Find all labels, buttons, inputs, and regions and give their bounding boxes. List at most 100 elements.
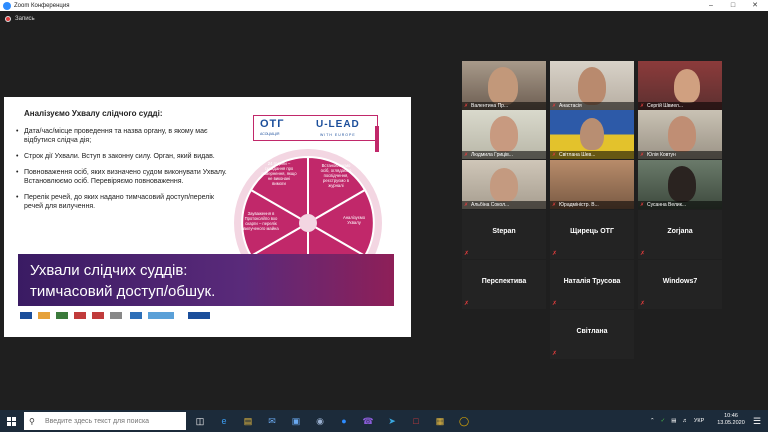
folder-icon[interactable]: ▦: [432, 413, 448, 429]
clock-time: 10:46: [724, 413, 738, 419]
participant-tile[interactable]: ✗ Альбіна Сокол...: [462, 160, 546, 209]
mic-muted-icon: ✗: [640, 301, 646, 307]
participant-tile[interactable]: ✗ Юлія Ковтун: [638, 110, 722, 159]
recording-indicator[interactable]: Запись: [5, 16, 35, 22]
mic-muted-icon: ✗: [552, 103, 557, 109]
slide-banner: Ухвали слідчих суддів: тимчасовий доступ…: [18, 254, 394, 306]
eu-flag-icon: [20, 312, 32, 319]
notifications-icon[interactable]: ☰: [750, 413, 764, 429]
partner-logo-icon: [110, 312, 122, 319]
slide-bullet: • Дата/час/місце проведення та назва орга…: [16, 128, 208, 144]
record-icon: [5, 16, 11, 22]
banner-line-1: Ухвали слідчих суддів:: [30, 262, 188, 279]
participant-tile[interactable]: ✗ Сергій Швиел...: [638, 61, 722, 110]
start-button[interactable]: [0, 410, 22, 432]
slide-bullet-list: • Дата/час/місце проведення та назва орга…: [16, 127, 231, 218]
mic-muted-icon: ✗: [640, 251, 646, 257]
edge-icon[interactable]: e: [216, 413, 232, 429]
store-icon[interactable]: ▣: [288, 413, 304, 429]
windows-logo-icon: [6, 416, 16, 426]
chrome-icon[interactable]: ◯: [456, 413, 472, 429]
mic-muted-icon: ✗: [640, 103, 645, 109]
search-icon: ⚲: [29, 416, 35, 426]
cycle-step: 24 години – складання про повернення, як…: [261, 161, 297, 186]
taskbar-clock[interactable]: 10:46 13.05.2020: [716, 413, 746, 427]
app-icon[interactable]: ◉: [312, 413, 328, 429]
participant-tile[interactable]: ✗ Анастасія: [550, 61, 634, 110]
slide-bullet: • Повноваження осіб, яких визначено судом…: [16, 169, 227, 185]
partner-logo-icon: [74, 312, 86, 319]
mic-muted-icon: ✗: [464, 251, 470, 257]
participant-name: Щирець ОТГ: [570, 228, 614, 235]
participant-tile[interactable]: Windows7 ✗: [638, 260, 722, 309]
participant-name: Анастасія: [559, 103, 582, 109]
search-input[interactable]: [45, 417, 185, 425]
participant-tile[interactable]: ✗ Валентина Пр...: [462, 61, 546, 110]
participant-tile[interactable]: ✗ Світлана Шев...: [550, 110, 634, 159]
participant-name: Stepan: [492, 228, 516, 235]
windows-taskbar: ⚲ ◫ e ▤ ✉ ▣ ◉ ● ☎ ➤ □ ▦ ◯ ⌃ ✓ ▤ ♬ УКР 10…: [0, 410, 768, 432]
security-icon[interactable]: ✓: [661, 418, 666, 424]
acrobat-icon[interactable]: □: [408, 413, 424, 429]
mic-muted-icon: ✗: [464, 202, 469, 208]
title-bar: Zoom Конференция – □ ✕: [0, 0, 768, 11]
mic-muted-icon: ✗: [552, 351, 558, 357]
maximize-icon[interactable]: □: [722, 0, 744, 11]
mic-muted-icon: ✗: [640, 202, 645, 208]
participant-tile[interactable]: Наталія Трусова ✗: [550, 260, 634, 309]
participant-tile[interactable]: Zorjana ✗: [638, 210, 722, 259]
mic-muted-icon: ✗: [552, 152, 557, 158]
window-title: Zoom Конференция: [14, 2, 70, 9]
mic-muted-icon: ✗: [552, 301, 558, 307]
minimize-icon[interactable]: –: [700, 0, 722, 11]
mic-muted-icon: ✗: [640, 152, 645, 158]
volume-icon[interactable]: ♬: [682, 418, 688, 424]
mail-icon[interactable]: ✉: [264, 413, 280, 429]
participant-tile[interactable]: ✗ Юрадміністр. В...: [550, 160, 634, 209]
partner-logo-icon: [38, 312, 50, 319]
banner-line-2: тимчасовий доступ/обшук.: [30, 283, 216, 300]
language-indicator[interactable]: УКР: [694, 418, 704, 424]
participant-tile[interactable]: ✗ Сусанна Велик...: [638, 160, 722, 209]
slide-bullet: • Строк дії Ухвали. Вступ в законну силу.…: [16, 153, 215, 160]
zoom-logo-icon: [3, 1, 11, 10]
participant-name: Юлія Ковтун: [647, 152, 676, 158]
partner-logo-icon: [148, 312, 174, 319]
recording-label: Запись: [15, 16, 35, 22]
partner-logo-icon: [188, 312, 210, 319]
participant-name: Zorjana: [667, 228, 693, 235]
mic-muted-icon: ✗: [552, 202, 557, 208]
participant-name: Світлана Шев...: [559, 152, 596, 158]
cycle-step: Встановлюємо осіб, оглядаємо посвідчення…: [320, 163, 352, 188]
slide-bullet: • Перелік речей, до яких надано тимчасови…: [16, 194, 214, 210]
participant-name: Перспектива: [481, 278, 527, 285]
participant-tile[interactable]: Перспектива ✗: [462, 260, 546, 309]
partner-logo-icon: [92, 312, 104, 319]
meeting-area: Запись Аналізуємо Ухвалу слідчого судді:…: [0, 11, 768, 410]
taskbar-search[interactable]: ⚲: [24, 412, 186, 430]
network-icon[interactable]: ▤: [671, 418, 676, 424]
mic-muted-icon: ✗: [552, 251, 558, 257]
cycle-step: Зауваження в Протоколі/по вхо скарги – п…: [243, 211, 279, 231]
participant-tile[interactable]: Щирець ОТГ ✗: [550, 210, 634, 259]
mic-muted-icon: ✗: [464, 152, 469, 158]
partner-logos: [20, 310, 220, 322]
telegram-icon[interactable]: ➤: [384, 413, 400, 429]
otg-ulead-logo: ОТГ АСОЦІАЦІЯ U-LEAD WITH EUROPE: [253, 115, 379, 152]
mic-muted-icon: ✗: [464, 301, 470, 307]
participant-tile[interactable]: Світлана ✗: [550, 310, 634, 359]
task-view-icon[interactable]: ◫: [192, 413, 208, 429]
slide-title: Аналізуємо Ухвалу слідчого судді:: [24, 109, 163, 118]
close-icon[interactable]: ✕: [744, 0, 766, 11]
shared-screen-slide: Аналізуємо Ухвалу слідчого судді: • Дата/…: [4, 97, 411, 337]
participant-name: Світлана: [576, 328, 608, 335]
show-hidden-icons-icon[interactable]: ⌃: [650, 418, 655, 424]
participant-name: Альбіна Сокол...: [471, 202, 510, 208]
partner-logo-icon: [56, 312, 68, 319]
viber-icon[interactable]: ☎: [360, 413, 376, 429]
participant-tile[interactable]: Stepan ✗: [462, 210, 546, 259]
partner-logo-icon: [130, 312, 142, 319]
zoom-icon[interactable]: ●: [336, 413, 352, 429]
file-explorer-icon[interactable]: ▤: [240, 413, 256, 429]
participant-tile-active-speaker[interactable]: ✗ Людмила Гриців...: [462, 110, 546, 159]
